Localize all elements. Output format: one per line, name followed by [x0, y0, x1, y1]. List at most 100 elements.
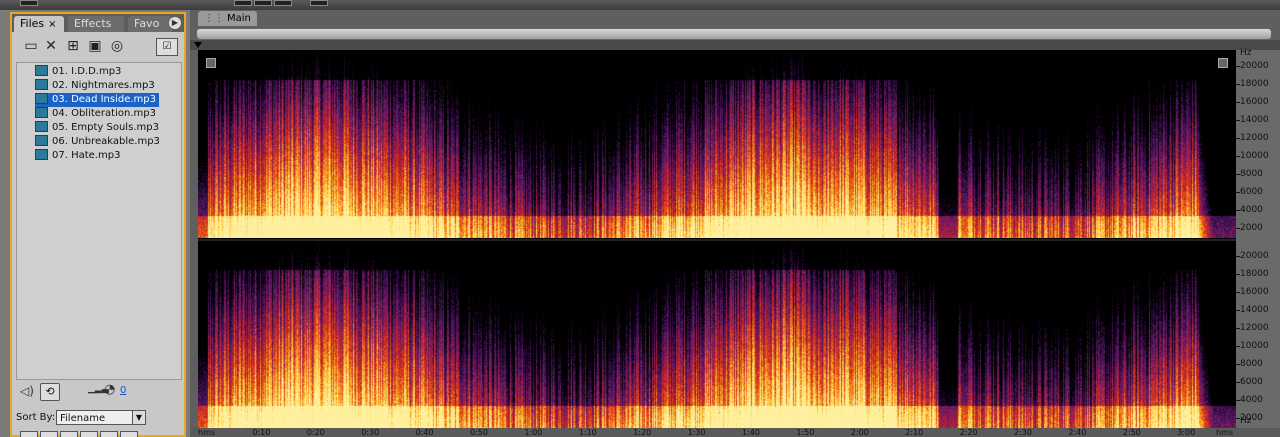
time-tick-label: 0:10: [252, 428, 271, 437]
file-name: 07. Hate.mp3: [52, 150, 121, 161]
hz-tick-label: 4000: [1240, 205, 1263, 215]
panel-bottom-buttons: [16, 431, 182, 437]
audio-file-icon: [35, 106, 48, 118]
hz-tick: [1236, 310, 1240, 311]
hz-tick-label: 10000: [1240, 151, 1269, 161]
spectrogram-left-channel[interactable]: [198, 52, 1236, 238]
time-tick-label: 1:20: [633, 428, 652, 437]
tab-effects[interactable]: Effects: [68, 16, 124, 32]
time-tick-label: 1:00: [524, 428, 543, 437]
volume-knob-icon[interactable]: ◔: [104, 382, 115, 397]
panel-button[interactable]: [80, 431, 98, 437]
hz-tick: [1236, 346, 1240, 347]
hz-tick-label: 16000: [1240, 287, 1269, 297]
list-item[interactable]: 06. Unbreakable.mp3: [35, 134, 163, 149]
hz-tick: [1236, 84, 1240, 85]
hz-tick-label: 20000: [1240, 251, 1269, 261]
hz-tick: [1236, 256, 1240, 257]
time-tick-label: hms: [1216, 428, 1234, 437]
file-name: 03. Dead Inside.mp3: [52, 94, 156, 105]
grip-icon: ⋮⋮: [204, 13, 224, 24]
zoom-corner-icon[interactable]: [206, 58, 216, 68]
file-name: 01. I.D.D.mp3: [52, 66, 122, 77]
zoom-corner-icon[interactable]: [1218, 58, 1228, 68]
open-file-icon[interactable]: ▭: [22, 36, 40, 56]
time-tick-label: 2:50: [1122, 428, 1141, 437]
panel-button[interactable]: [100, 431, 118, 437]
time-tick-label: 0:30: [361, 428, 380, 437]
loop-button[interactable]: ⟲: [40, 383, 60, 401]
hz-tick-label: 8000: [1240, 169, 1263, 179]
spectral-display[interactable]: [198, 50, 1236, 428]
frequency-scale: 20000 18000 16000 14000 12000 10000 8000 6000 40…: [1236, 48, 1280, 428]
hz-tick-label: 12000: [1240, 133, 1269, 143]
time-tick-label: 2:30: [1014, 428, 1032, 437]
time-tick-label: 0:20: [306, 428, 325, 437]
list-item[interactable]: 05. Empty Souls.mp3: [35, 120, 162, 135]
tab-favorites[interactable]: Favo: [128, 16, 172, 32]
sort-by-select[interactable]: Filename ▼: [56, 410, 146, 425]
time-ruler[interactable]: [190, 40, 1280, 50]
panel-button[interactable]: [40, 431, 58, 437]
hz-tick-label: 14000: [1240, 305, 1269, 315]
time-tick-label: 0:40: [415, 428, 434, 437]
speaker-icon[interactable]: ◁): [20, 384, 34, 398]
hz-unit-label: Hz: [1240, 416, 1252, 426]
toolbar-button[interactable]: [310, 0, 328, 6]
import-all-icon[interactable]: ▣: [86, 36, 104, 56]
tab-main[interactable]: ⋮⋮ Main: [198, 11, 257, 26]
hz-tick-label: 4000: [1240, 395, 1263, 405]
list-item[interactable]: 02. Nightmares.mp3: [35, 78, 158, 93]
hz-tick-label: 10000: [1240, 341, 1269, 351]
time-tick-label: 0:50: [470, 428, 488, 437]
file-name: 05. Empty Souls.mp3: [52, 122, 159, 133]
hz-tick: [1236, 174, 1240, 175]
hz-unit-label: Hz: [1240, 48, 1252, 58]
tab-favorites-label: Favo: [134, 17, 160, 30]
audio-file-icon: [35, 92, 48, 104]
time-tick-label: 1:30: [687, 428, 706, 437]
audio-file-icon: [35, 134, 48, 146]
time-tick-label: 2:20: [959, 428, 978, 437]
loop-count[interactable]: 0: [120, 385, 126, 396]
time-tick-label: 1:10: [578, 428, 597, 437]
file-name: 04. Obliteration.mp3: [52, 108, 156, 119]
hz-tick-label: 8000: [1240, 359, 1263, 369]
close-icon[interactable]: ×: [48, 19, 56, 30]
playhead-marker-icon[interactable]: [194, 42, 202, 48]
panel-button[interactable]: [20, 431, 38, 437]
hz-tick-label: 6000: [1240, 377, 1263, 387]
import-icon[interactable]: ⊞: [64, 36, 82, 56]
files-panel: Files × Effects Favo ▶ ▭ ✕ ⊞ ▣ ◎ ☑ 01. I.…: [10, 12, 186, 437]
spectrogram-right-channel[interactable]: [198, 242, 1236, 428]
sort-by-value: Filename: [60, 413, 106, 424]
list-item[interactable]: 01. I.D.D.mp3: [35, 64, 124, 79]
show-options-icon[interactable]: ☑: [156, 38, 178, 56]
file-list: 01. I.D.D.mp3 02. Nightmares.mp3 03. Dea…: [16, 62, 182, 380]
toolbar-button[interactable]: [254, 0, 272, 6]
preview-transport: ◁) ⟲ ▁▂▃ ◔ 0: [16, 380, 182, 408]
panel-menu-icon[interactable]: ▶: [169, 17, 181, 29]
audio-file-icon: [35, 148, 48, 160]
tab-effects-label: Effects: [74, 17, 112, 30]
main-editor-panel: ⋮⋮ Main 20000 18000 16000 14000 12000 10000 800…: [190, 10, 1280, 437]
autoplay-icon[interactable]: ◎: [108, 36, 126, 56]
toolbar-button[interactable]: [234, 0, 252, 6]
tab-files[interactable]: Files ×: [14, 16, 64, 32]
hz-tick-label: 16000: [1240, 97, 1269, 107]
panel-tab-bar: Files × Effects Favo ▶: [12, 14, 184, 32]
zoom-overview-bar[interactable]: [196, 28, 1272, 40]
hz-tick: [1236, 66, 1240, 67]
panel-button[interactable]: [60, 431, 78, 437]
list-item[interactable]: 04. Obliteration.mp3: [35, 106, 159, 121]
toolbar-button[interactable]: [274, 0, 292, 6]
hz-tick: [1236, 292, 1240, 293]
list-item[interactable]: 07. Hate.mp3: [35, 148, 123, 163]
channel-divider: [198, 239, 1236, 241]
toolbar-button[interactable]: [20, 0, 38, 6]
close-file-icon[interactable]: ✕: [42, 36, 60, 56]
time-tick-label: 2:00: [850, 428, 869, 437]
list-item-selected[interactable]: 03. Dead Inside.mp3: [35, 92, 159, 107]
panel-button[interactable]: [120, 431, 138, 437]
hz-tick: [1236, 328, 1240, 329]
